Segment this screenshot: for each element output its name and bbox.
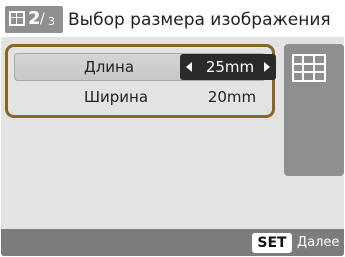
- width-label: Ширина: [84, 88, 149, 106]
- set-button[interactable]: SET: [252, 233, 292, 253]
- page-indicator: 2 / 3: [5, 6, 63, 33]
- length-row[interactable]: Длина 25mm: [14, 53, 276, 81]
- size-settings-panel: Длина 25mm Ширина 20mm: [5, 44, 276, 118]
- length-value: 25mm: [205, 58, 255, 76]
- length-value-selector[interactable]: 25mm: [180, 54, 276, 80]
- page-total: 3: [48, 15, 55, 28]
- print-settings-screen: 2 / 3 Выбор размера изображения Длина 25…: [1, 2, 344, 256]
- page-current: 2: [28, 8, 41, 29]
- header-bar: 2 / 3 Выбор размера изображения: [1, 2, 344, 37]
- width-value: 20mm: [207, 88, 257, 106]
- arrow-right-icon[interactable]: [264, 62, 270, 72]
- grid-line: [16, 13, 17, 24]
- grid-layout-icon: [292, 54, 326, 82]
- page-separator: /: [40, 11, 45, 27]
- next-label: Далее: [297, 235, 340, 250]
- width-row[interactable]: Ширина 20mm: [14, 83, 266, 111]
- grid-line: [313, 56, 315, 80]
- grid-line: [294, 63, 324, 65]
- layout-preview: [284, 44, 344, 176]
- grid-line: [302, 56, 304, 80]
- arrow-left-icon[interactable]: [186, 62, 192, 72]
- length-label: Длина: [84, 58, 135, 76]
- grid-icon: [9, 11, 25, 26]
- grid-line: [11, 17, 23, 18]
- footer-bar: SET Далее: [1, 229, 344, 256]
- grid-line: [294, 71, 324, 73]
- page-title: Выбор размера изображения: [68, 10, 331, 30]
